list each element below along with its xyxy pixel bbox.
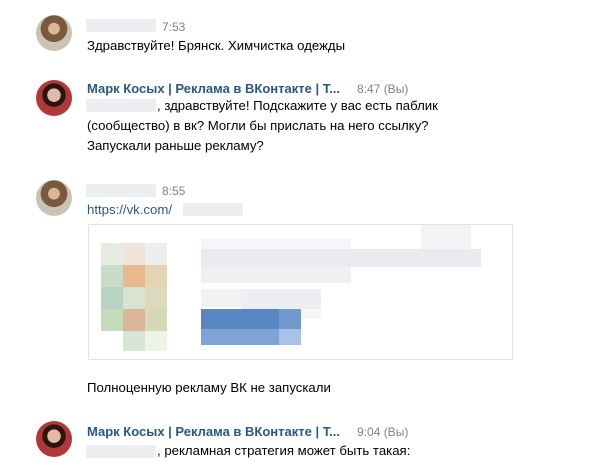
message-text: Полноценную рекламу ВК не запускали — [87, 380, 331, 395]
pixel-block — [145, 331, 167, 351]
pixel-block — [123, 243, 145, 265]
avatar[interactable] — [36, 80, 72, 116]
redacted-name — [86, 184, 156, 197]
message-text-line: (сообщество) в вк? Могли бы прислать на … — [87, 118, 429, 133]
redacted-name — [86, 445, 156, 458]
message-text-line: , здравствуйте! Подскажите у вас есть па… — [157, 98, 438, 113]
pixel-block — [201, 329, 279, 345]
pixel-block — [123, 331, 145, 351]
message-text-line: Запускали раньше рекламу? — [87, 138, 264, 153]
message-time[interactable]: 9:04 (Вы) — [357, 425, 408, 439]
pixel-block — [145, 243, 167, 265]
link-preview-card[interactable] — [88, 224, 513, 360]
redacted-name — [86, 19, 156, 32]
message-text: , рекламная стратегия может быть такая: — [157, 443, 411, 458]
pixel-block — [101, 287, 123, 309]
pixel-block — [145, 265, 167, 287]
pixel-block — [201, 267, 351, 283]
author-name[interactable]: Марк Косых | Реклама в ВКонтакте | Т... — [87, 81, 340, 96]
pixel-block — [241, 289, 321, 311]
pixel-block — [123, 309, 145, 331]
avatar[interactable] — [36, 15, 72, 51]
redacted-link — [183, 203, 243, 216]
message-text: Здравствуйте! Брянск. Химчистка одежды — [87, 38, 346, 53]
pixel-block — [101, 309, 123, 331]
author-name[interactable]: Марк Косых | Реклама в ВКонтакте | Т... — [87, 424, 340, 439]
message-time[interactable]: 7:53 — [162, 20, 185, 34]
message-link[interactable]: https://vk.com/ — [87, 202, 172, 217]
message-time[interactable]: 8:47 (Вы) — [357, 82, 408, 96]
pixel-block — [201, 249, 481, 267]
pixel-block — [279, 309, 301, 329]
pixel-block — [145, 309, 167, 331]
redacted-name — [86, 99, 156, 112]
pixel-block — [101, 265, 123, 287]
avatar[interactable] — [36, 421, 72, 457]
pixel-block — [123, 287, 145, 309]
pixel-block — [145, 287, 167, 309]
pixel-block — [279, 329, 301, 345]
pixel-block — [101, 243, 123, 265]
pixel-block — [123, 265, 145, 287]
pixel-block — [201, 309, 279, 329]
message-time[interactable]: 8:55 — [162, 184, 185, 198]
avatar[interactable] — [36, 180, 72, 216]
